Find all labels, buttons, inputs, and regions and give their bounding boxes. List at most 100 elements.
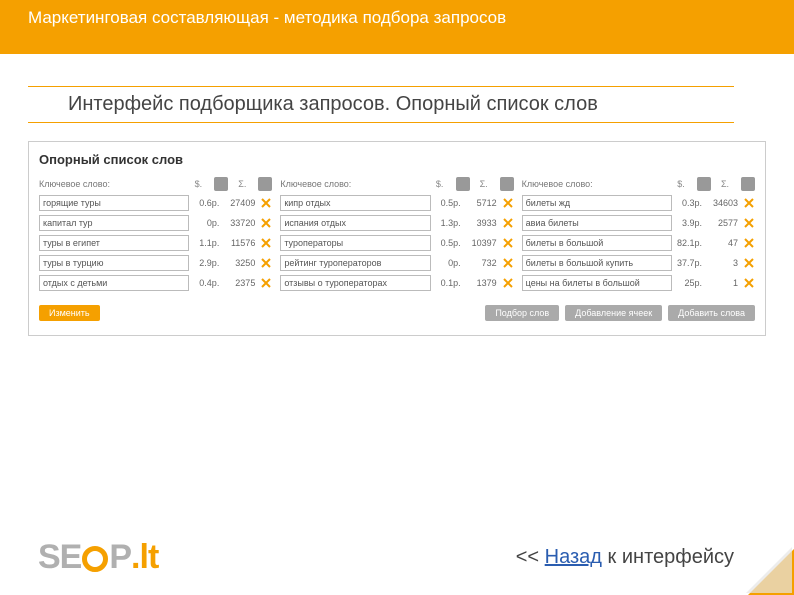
table-row: 0.6р.27409 bbox=[39, 195, 272, 211]
price-cell: 0.5р. bbox=[431, 238, 463, 248]
header-bar: Маркетинговая составляющая - методика по… bbox=[0, 0, 794, 54]
keyword-input[interactable] bbox=[522, 255, 672, 271]
delete-icon[interactable] bbox=[260, 217, 272, 229]
change-button[interactable]: Изменить bbox=[39, 305, 100, 321]
person-icon bbox=[214, 177, 228, 191]
price-cell: 82.1р. bbox=[672, 238, 704, 248]
count-cell: 34603 bbox=[704, 198, 740, 208]
delete-icon[interactable] bbox=[260, 237, 272, 249]
count-cell: 3 bbox=[704, 258, 740, 268]
count-cell: 3250 bbox=[221, 258, 257, 268]
count-cell: 2375 bbox=[221, 278, 257, 288]
count-cell: 47 bbox=[704, 238, 740, 248]
price-cell: 0.6р. bbox=[189, 198, 221, 208]
keyword-input[interactable] bbox=[522, 275, 672, 291]
keyword-input[interactable] bbox=[39, 255, 189, 271]
count-cell: 2577 bbox=[704, 218, 740, 228]
count-cell: 27409 bbox=[221, 198, 257, 208]
table-row: 0.4р.2375 bbox=[39, 275, 272, 291]
delete-icon[interactable] bbox=[743, 217, 755, 229]
keyword-input[interactable] bbox=[39, 215, 189, 231]
button-row: Изменить Подбор слов Добавление ячеек До… bbox=[39, 305, 755, 321]
subtitle-bar: Интерфейс подборщика запросов. Опорный с… bbox=[28, 86, 734, 123]
add-words-button[interactable]: Добавить слова bbox=[668, 305, 755, 321]
delete-icon[interactable] bbox=[502, 277, 514, 289]
add-cells-button[interactable]: Добавление ячеек bbox=[565, 305, 662, 321]
price-cell: 0р. bbox=[431, 258, 463, 268]
table-row: 2.9р.3250 bbox=[39, 255, 272, 271]
delete-icon[interactable] bbox=[502, 197, 514, 209]
keyword-input[interactable] bbox=[39, 235, 189, 251]
count-head: Σ. bbox=[228, 179, 256, 189]
delete-icon[interactable] bbox=[743, 197, 755, 209]
keyword-input[interactable] bbox=[280, 235, 430, 251]
table-row: 82.1р.47 bbox=[522, 235, 755, 251]
table-row: 0.5р.5712 bbox=[280, 195, 513, 211]
keyword-input[interactable] bbox=[280, 215, 430, 231]
keyword-label: Ключевое слово: bbox=[280, 179, 425, 189]
page-curl-icon bbox=[748, 549, 794, 595]
keyword-input[interactable] bbox=[522, 235, 672, 251]
back-prefix: << bbox=[516, 546, 545, 568]
keyword-input[interactable] bbox=[522, 215, 672, 231]
delete-icon[interactable] bbox=[502, 257, 514, 269]
delete-icon[interactable] bbox=[260, 257, 272, 269]
keyword-input[interactable] bbox=[522, 195, 672, 211]
delete-icon[interactable] bbox=[743, 237, 755, 249]
panel-title: Опорный список слов bbox=[39, 152, 755, 167]
keyword-input[interactable] bbox=[39, 195, 189, 211]
count-cell: 33720 bbox=[221, 218, 257, 228]
count-cell: 11576 bbox=[221, 238, 257, 248]
table-row: 25р.1 bbox=[522, 275, 755, 291]
price-head: $. bbox=[426, 179, 454, 189]
count-cell: 10397 bbox=[463, 238, 499, 248]
keyword-label: Ключевое слово: bbox=[522, 179, 667, 189]
price-cell: 1.3р. bbox=[431, 218, 463, 228]
footer: SE P .lt << Назад к интерфейсу bbox=[0, 538, 794, 577]
count-cell: 732 bbox=[463, 258, 499, 268]
delete-icon[interactable] bbox=[260, 197, 272, 209]
count-cell: 1379 bbox=[463, 278, 499, 288]
price-cell: 2.9р. bbox=[189, 258, 221, 268]
table-row: 0р.33720 bbox=[39, 215, 272, 231]
column-head: Ключевое слово: $. Σ. bbox=[280, 177, 513, 191]
table-row: 1.1р.11576 bbox=[39, 235, 272, 251]
price-cell: 3.9р. bbox=[672, 218, 704, 228]
price-cell: 1.1р. bbox=[189, 238, 221, 248]
table-row: 0р.732 bbox=[280, 255, 513, 271]
back-link-text: Назад bbox=[545, 546, 602, 568]
price-cell: 0.1р. bbox=[431, 278, 463, 288]
person-icon bbox=[258, 177, 272, 191]
price-head: $. bbox=[184, 179, 212, 189]
count-cell: 3933 bbox=[463, 218, 499, 228]
price-head: $. bbox=[667, 179, 695, 189]
back-suffix: к интерфейсу bbox=[602, 546, 734, 568]
logo-p: P bbox=[109, 538, 131, 577]
logo-ring-icon bbox=[82, 546, 108, 572]
price-cell: 37.7р. bbox=[672, 258, 704, 268]
column-2: Ключевое слово: $. Σ. 0.5р.5712 1.3р.393… bbox=[280, 177, 513, 295]
subtitle-text: Интерфейс подборщика запросов. Опорный с… bbox=[68, 93, 734, 116]
pick-words-button[interactable]: Подбор слов bbox=[485, 305, 559, 321]
table-row: 1.3р.3933 bbox=[280, 215, 513, 231]
delete-icon[interactable] bbox=[502, 237, 514, 249]
word-list-panel: Опорный список слов Ключевое слово: $. Σ… bbox=[28, 141, 766, 336]
person-icon bbox=[697, 177, 711, 191]
delete-icon[interactable] bbox=[743, 277, 755, 289]
price-cell: 0.3р. bbox=[672, 198, 704, 208]
price-cell: 25р. bbox=[672, 278, 704, 288]
table-row: 3.9р.2577 bbox=[522, 215, 755, 231]
keyword-input[interactable] bbox=[39, 275, 189, 291]
back-link[interactable]: << Назад к интерфейсу bbox=[516, 546, 734, 569]
person-icon bbox=[500, 177, 514, 191]
seopult-logo: SE P .lt bbox=[38, 538, 158, 577]
columns: Ключевое слово: $. Σ. 0.6р.27409 0р.3372… bbox=[39, 177, 755, 295]
keyword-input[interactable] bbox=[280, 195, 430, 211]
keyword-input[interactable] bbox=[280, 255, 430, 271]
header-title: Маркетинговая составляющая - методика по… bbox=[28, 8, 506, 28]
delete-icon[interactable] bbox=[743, 257, 755, 269]
logo-se: SE bbox=[38, 538, 81, 577]
keyword-input[interactable] bbox=[280, 275, 430, 291]
delete-icon[interactable] bbox=[502, 217, 514, 229]
delete-icon[interactable] bbox=[260, 277, 272, 289]
